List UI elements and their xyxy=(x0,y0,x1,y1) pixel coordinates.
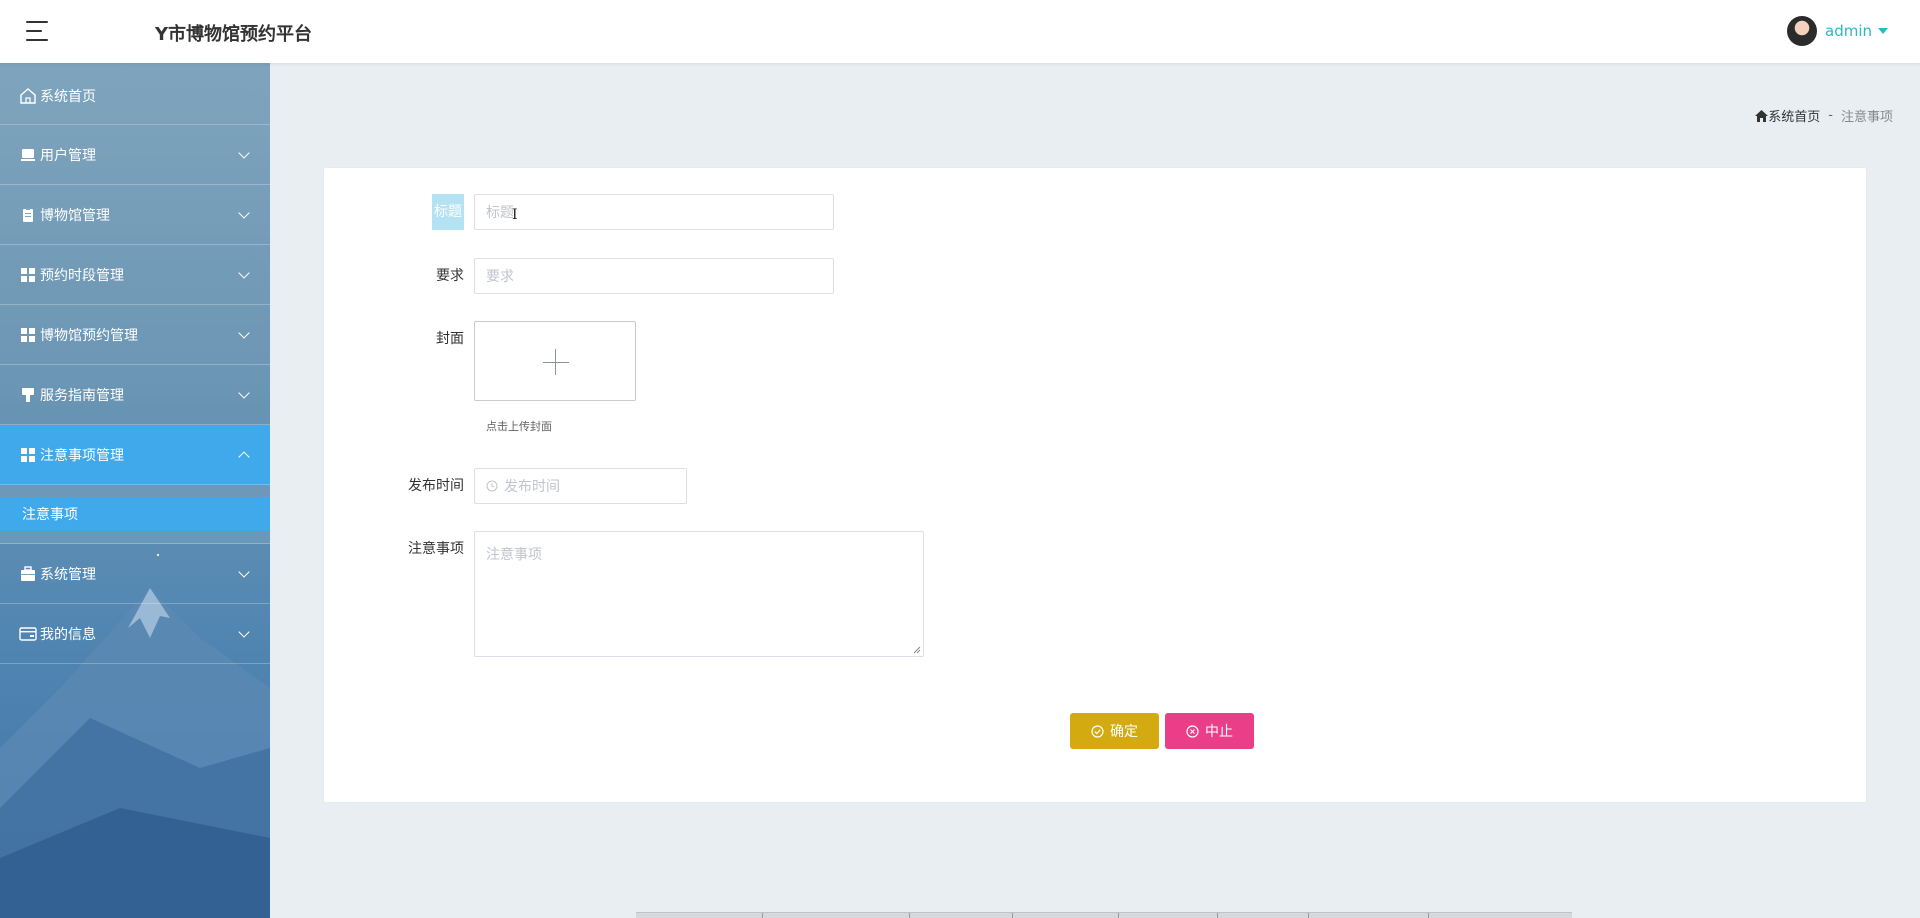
submenu-item-notices[interactable]: 注意事项 xyxy=(0,497,270,531)
requirement-placeholder: 要求 xyxy=(486,269,514,285)
user-menu[interactable]: admin xyxy=(1787,16,1888,46)
user-card-icon xyxy=(18,145,38,165)
bottom-strip xyxy=(636,912,1572,918)
sidebar-item-home[interactable]: 系统首页 xyxy=(0,63,270,125)
sidebar-item-system[interactable]: 系统管理 xyxy=(0,544,270,604)
wallet-icon xyxy=(18,624,38,644)
check-circle-icon xyxy=(1091,724,1104,738)
chevron-up-icon xyxy=(238,451,250,463)
title-input[interactable]: 标题 xyxy=(474,194,834,230)
home-icon xyxy=(18,86,38,106)
notes-placeholder: 注意事项 xyxy=(486,547,542,563)
requirement-row: 要求 要求 xyxy=(324,258,834,294)
sidebar: 系统首页 用户管理 博物馆管理 预约时段管理 博物馆预约管理 服务指南管理 注意… xyxy=(0,63,270,918)
chevron-down-icon xyxy=(238,207,250,219)
cancel-button-label: 中止 xyxy=(1205,724,1233,740)
breadcrumb-separator: - xyxy=(1828,108,1833,123)
breadcrumb: 系统首页 - 注意事项 xyxy=(1755,106,1893,125)
publish-time-label: 发布时间 xyxy=(408,478,464,494)
sidebar-item-users[interactable]: 用户管理 xyxy=(0,125,270,185)
brush-icon xyxy=(18,385,38,405)
sidebar-item-label: 服务指南管理 xyxy=(40,387,124,404)
sidebar-item-label: 用户管理 xyxy=(40,147,96,164)
avatar xyxy=(1787,16,1817,46)
plus-icon xyxy=(543,362,569,363)
text-cursor-icon: I xyxy=(512,207,518,223)
grid-icon xyxy=(18,265,38,285)
plus-icon-vertical xyxy=(555,349,556,375)
clipboard-icon xyxy=(18,205,38,225)
chevron-down-icon xyxy=(238,327,250,339)
divider xyxy=(1118,913,1119,918)
cover-row: 封面 xyxy=(324,321,636,401)
top-header: Y市博物馆预约平台 admin xyxy=(0,0,1920,63)
notes-textarea[interactable]: 注意事项 xyxy=(474,531,924,657)
divider xyxy=(1308,913,1309,918)
sidebar-item-label: 注意事项管理 xyxy=(40,447,124,464)
caret-down-icon xyxy=(1878,28,1888,34)
title-label: 标题 xyxy=(432,194,464,230)
menu-toggle-icon[interactable] xyxy=(26,20,50,42)
chevron-down-icon xyxy=(238,566,250,578)
requirement-label: 要求 xyxy=(436,268,464,284)
divider xyxy=(909,913,910,918)
sidebar-item-label: 系统首页 xyxy=(40,88,96,105)
form-card: 标题 标题 要求 要求 封面 点击上传封面 发布时间 发布时间 注意事项 注意事… xyxy=(324,168,1866,802)
close-circle-icon xyxy=(1186,724,1199,738)
notes-label: 注意事项 xyxy=(408,541,464,557)
sidebar-item-museums[interactable]: 博物馆管理 xyxy=(0,185,270,245)
breadcrumb-home[interactable]: 系统首页 xyxy=(1755,106,1820,125)
sidebar-item-notices[interactable]: 注意事项管理 xyxy=(0,425,270,485)
confirm-button-label: 确定 xyxy=(1110,724,1138,740)
clock-icon xyxy=(486,480,498,492)
publish-time-picker[interactable]: 发布时间 xyxy=(474,468,687,504)
sidebar-item-label: 我的信息 xyxy=(40,626,96,643)
title-placeholder: 标题 xyxy=(486,205,514,221)
cover-upload-tip: 点击上传封面 xyxy=(486,420,552,433)
cover-label: 封面 xyxy=(436,331,464,347)
sidebar-item-service-guide[interactable]: 服务指南管理 xyxy=(0,365,270,425)
divider xyxy=(762,913,763,918)
grid-icon xyxy=(18,325,38,345)
publish-time-row: 发布时间 发布时间 xyxy=(324,468,687,504)
briefcase-icon xyxy=(18,564,38,584)
sidebar-item-label: 预约时段管理 xyxy=(40,267,124,284)
user-name: admin xyxy=(1825,22,1872,40)
requirement-input[interactable]: 要求 xyxy=(474,258,834,294)
notes-row: 注意事项 注意事项 xyxy=(324,531,924,657)
home-icon xyxy=(1755,109,1769,122)
divider xyxy=(1217,913,1218,918)
notices-submenu: 注意事项 xyxy=(0,485,270,544)
chevron-down-icon xyxy=(238,387,250,399)
breadcrumb-current: 注意事项 xyxy=(1840,110,1893,125)
cover-upload[interactable] xyxy=(474,321,636,401)
app-title: Y市博物馆预约平台 xyxy=(155,24,313,45)
chevron-down-icon xyxy=(238,147,250,159)
publish-time-placeholder: 发布时间 xyxy=(504,479,560,495)
sidebar-item-time-slots[interactable]: 预约时段管理 xyxy=(0,245,270,305)
divider xyxy=(1012,913,1013,918)
cancel-button[interactable]: 中止 xyxy=(1165,713,1254,749)
sidebar-item-label: 系统管理 xyxy=(40,566,96,583)
sidebar-item-reservations[interactable]: 博物馆预约管理 xyxy=(0,305,270,365)
confirm-button[interactable]: 确定 xyxy=(1070,713,1159,749)
chevron-down-icon xyxy=(238,267,250,279)
chevron-down-icon xyxy=(238,626,250,638)
title-label-cell: 标题 xyxy=(324,194,474,230)
grid-icon xyxy=(18,445,38,465)
breadcrumb-home-label: 系统首页 xyxy=(1768,110,1821,125)
resize-handle-icon[interactable] xyxy=(913,646,921,654)
sidebar-item-my-info[interactable]: 我的信息 xyxy=(0,604,270,664)
sidebar-item-label: 博物馆管理 xyxy=(40,207,110,224)
sidebar-item-label: 博物馆预约管理 xyxy=(40,327,138,344)
title-row: 标题 标题 xyxy=(324,194,834,230)
divider xyxy=(1428,913,1429,918)
